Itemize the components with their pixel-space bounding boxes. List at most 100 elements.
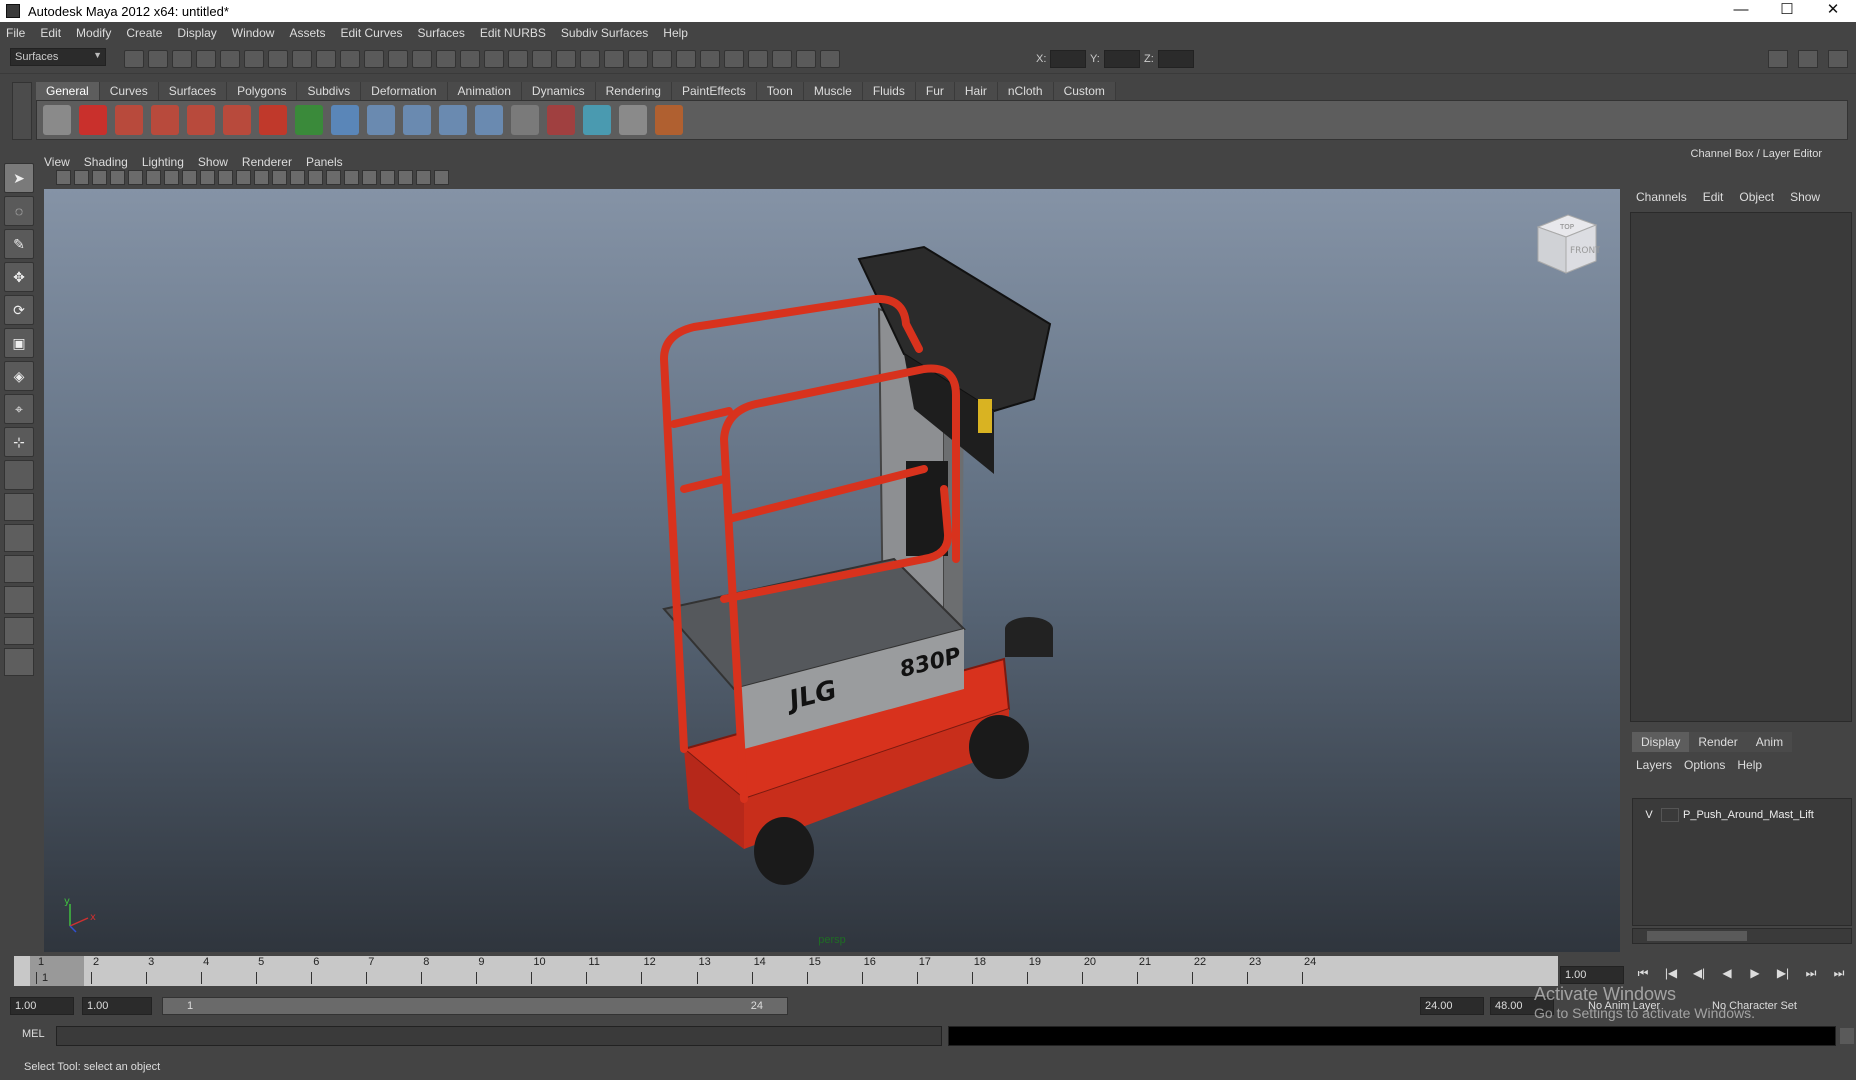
smooth-shade-icon[interactable] xyxy=(272,170,287,185)
play-forward-button[interactable]: ▶ xyxy=(1744,966,1766,984)
panel-menu-panels[interactable]: Panels xyxy=(306,155,343,169)
layer-menu-help[interactable]: Help xyxy=(1737,758,1762,772)
new-scene-icon[interactable] xyxy=(124,50,144,68)
light-selected-icon[interactable] xyxy=(362,170,377,185)
play-backward-button[interactable]: ◀ xyxy=(1716,966,1738,984)
xray-icon[interactable] xyxy=(398,170,413,185)
safe-action-icon[interactable] xyxy=(218,170,233,185)
step-forward-frame-button[interactable]: ▶| xyxy=(1772,966,1794,984)
shelf-tab-custom[interactable]: Custom xyxy=(1053,82,1116,100)
current-frame-field[interactable]: 1.00 xyxy=(1560,966,1624,984)
tool-icon-a[interactable] xyxy=(724,50,744,68)
shelf-tab-animation[interactable]: Animation xyxy=(447,82,522,100)
go-to-end-button[interactable]: ⏭ xyxy=(1828,966,1850,984)
ipr-render-icon[interactable] xyxy=(436,50,456,68)
time-slider[interactable]: 1 2 3 4 5 6 7 8 9 10 11 12 13 14 15 16 17 18 19 20 21 22 23 24 1 xyxy=(14,956,1558,986)
shelf-tab-polygons[interactable]: Polygons xyxy=(227,82,298,100)
snap-point-icon[interactable] xyxy=(316,50,336,68)
light-default-icon[interactable] xyxy=(326,170,341,185)
reel-icon[interactable] xyxy=(43,105,71,135)
isolate-select-icon[interactable] xyxy=(380,170,395,185)
tool-icon-d[interactable] xyxy=(796,50,816,68)
shelf-tool-1-icon[interactable] xyxy=(115,105,143,135)
select-tool-icon[interactable]: ➤ xyxy=(4,163,34,193)
shelf-tab-surfaces[interactable]: Surfaces xyxy=(158,82,228,100)
save-scene-icon[interactable] xyxy=(172,50,192,68)
rotate-tool-icon[interactable]: ⟳ xyxy=(4,295,34,325)
shelf-tool-5-icon[interactable] xyxy=(259,105,287,135)
panel-menu-lighting[interactable]: Lighting xyxy=(142,155,184,169)
outliner-graph-layout-icon[interactable] xyxy=(4,648,34,676)
playback-start-field[interactable]: 1.00 xyxy=(82,997,152,1015)
soft-mod-icon[interactable]: ⌖ xyxy=(4,394,34,424)
shelf-tool-2-icon[interactable] xyxy=(151,105,179,135)
shelf-tool-9-icon[interactable] xyxy=(619,105,647,135)
snap-view-plane-icon[interactable] xyxy=(340,50,360,68)
shelf-tab-painteffects[interactable]: PaintEffects xyxy=(671,82,757,100)
cb-menu-object[interactable]: Object xyxy=(1739,190,1774,204)
z-field[interactable] xyxy=(1157,50,1194,68)
tool-icon-c[interactable] xyxy=(772,50,792,68)
go-to-start-button[interactable]: ⏮ xyxy=(1632,966,1654,984)
step-back-frame-button[interactable]: ◀| xyxy=(1688,966,1710,984)
cb-menu-edit[interactable]: Edit xyxy=(1703,190,1724,204)
layer-row[interactable]: V P_Push_Around_Mast_Lift xyxy=(1633,805,1851,825)
live-surface-icon[interactable] xyxy=(364,50,384,68)
tool-icon-b[interactable] xyxy=(748,50,768,68)
wireframe-on-shaded-icon[interactable] xyxy=(290,170,305,185)
universal-manip-icon[interactable]: ◈ xyxy=(4,361,34,391)
lasso-tool-icon[interactable]: ◌ xyxy=(4,196,34,226)
sphere-icon[interactable] xyxy=(331,105,359,135)
select-component-icon[interactable] xyxy=(244,50,264,68)
shelf-tool-10-icon[interactable] xyxy=(655,105,683,135)
shelf-tab-rendering[interactable]: Rendering xyxy=(595,82,672,100)
perspective-viewport[interactable]: JLG 830P TOP FRONT y x persp xyxy=(44,189,1620,952)
shelf-tab-dynamics[interactable]: Dynamics xyxy=(521,82,596,100)
layer-list-scrollbar[interactable] xyxy=(1632,928,1852,944)
shelf-tab-general[interactable]: General xyxy=(36,82,100,100)
hypershade-icon[interactable] xyxy=(484,50,504,68)
select-hierarchy-icon[interactable] xyxy=(196,50,216,68)
attribute-editor-icon[interactable] xyxy=(1768,50,1788,68)
wireframe-icon[interactable] xyxy=(254,170,269,185)
shelf-tab-fluids[interactable]: Fluids xyxy=(862,82,916,100)
y-field[interactable] xyxy=(1103,50,1140,68)
sel-highlight-icon[interactable] xyxy=(532,50,552,68)
menu-modify[interactable]: Modify xyxy=(76,26,111,40)
layer-tab-render[interactable]: Render xyxy=(1689,732,1747,752)
last-tool-icon[interactable] xyxy=(4,460,34,490)
render-view-icon[interactable] xyxy=(604,50,624,68)
shelf-tab-toon[interactable]: Toon xyxy=(756,82,804,100)
tool-icon-e[interactable] xyxy=(820,50,840,68)
start-time-field[interactable]: 1.00 xyxy=(10,997,74,1015)
view-cube[interactable]: TOP FRONT xyxy=(1530,207,1600,277)
joint-icon-1[interactable] xyxy=(367,105,395,135)
shelf-tool-3-icon[interactable] xyxy=(187,105,215,135)
gate-mask-icon[interactable] xyxy=(182,170,197,185)
share-icon[interactable] xyxy=(434,170,449,185)
shelf-tab-deformation[interactable]: Deformation xyxy=(361,82,448,100)
select-object-icon[interactable] xyxy=(220,50,240,68)
playback-end-field[interactable]: 24.00 xyxy=(1420,997,1484,1015)
settings-icon[interactable] xyxy=(676,50,696,68)
outliner-icon[interactable] xyxy=(511,105,539,135)
shelf-tool-4-icon[interactable] xyxy=(223,105,251,135)
command-input[interactable] xyxy=(56,1026,942,1046)
script-editor-icon[interactable] xyxy=(1840,1028,1854,1044)
open-scene-icon[interactable] xyxy=(148,50,168,68)
move-tool-icon[interactable]: ✥ xyxy=(4,262,34,292)
shelf-tab-subdivs[interactable]: Subdivs xyxy=(297,82,362,100)
shelf-tab-muscle[interactable]: Muscle xyxy=(803,82,863,100)
close-button[interactable]: ✕ xyxy=(1810,0,1856,22)
shelf-tab-ncloth[interactable]: nCloth xyxy=(997,82,1054,100)
history-icon[interactable] xyxy=(388,50,408,68)
channel-list-area[interactable] xyxy=(1630,212,1852,722)
input-icon[interactable] xyxy=(556,50,576,68)
layer-tab-display[interactable]: Display xyxy=(1632,732,1690,752)
render-settings-icon[interactable] xyxy=(460,50,480,68)
menu-edit-nurbs[interactable]: Edit NURBS xyxy=(480,26,546,40)
bookmark-icon[interactable] xyxy=(92,170,107,185)
grid-icon[interactable] xyxy=(128,170,143,185)
camera-attr-icon[interactable] xyxy=(74,170,89,185)
menu-create[interactable]: Create xyxy=(126,26,162,40)
